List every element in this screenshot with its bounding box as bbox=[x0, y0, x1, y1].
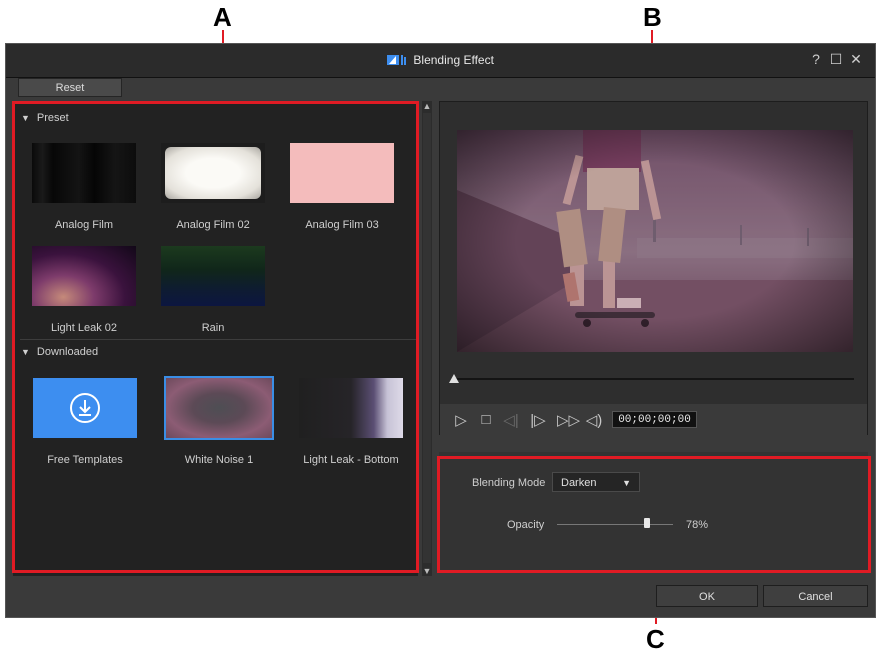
callout-a: A bbox=[213, 2, 232, 32]
cancel-button[interactable]: Cancel bbox=[763, 585, 868, 607]
downloaded-thumb-white-noise-1[interactable] bbox=[164, 376, 274, 440]
preset-label: Analog Film bbox=[54, 219, 114, 231]
preset-thumb-analog-film-02[interactable] bbox=[161, 143, 265, 203]
collapse-triangle-icon: ▼ bbox=[21, 347, 30, 357]
app-logo-icon bbox=[387, 55, 407, 65]
fast-forward-icon[interactable]: ▷▷ bbox=[557, 411, 580, 429]
previous-frame-icon[interactable]: ◁| bbox=[502, 411, 520, 429]
blending-mode-value: Darken bbox=[561, 477, 597, 489]
blending-effect-dialog: Blending Effect ? ☐ ✕ Reset ▼ Preset Anal… bbox=[5, 43, 876, 618]
downloaded-label: Light Leak - Bottom bbox=[303, 454, 399, 466]
maximize-icon[interactable]: ☐ bbox=[827, 51, 845, 68]
preset-label: Light Leak 02 bbox=[50, 322, 118, 334]
preset-label: Rain bbox=[201, 322, 225, 334]
callout-c: C bbox=[646, 624, 665, 654]
opacity-label: Opacity bbox=[507, 519, 545, 531]
blending-mode-dropdown[interactable]: Darken ▼ bbox=[552, 472, 640, 492]
blending-mode-label: Blending Mode bbox=[472, 477, 546, 489]
timecode-display: 00;00;00;00 bbox=[612, 411, 697, 428]
preview-panel: ▷ □ ◁| |▷ ▷▷ ◁) 00;00;00;00 bbox=[439, 101, 868, 436]
free-templates-tile[interactable] bbox=[33, 378, 137, 438]
preset-label: Analog Film 02 bbox=[176, 219, 250, 231]
seek-bar[interactable] bbox=[454, 378, 854, 380]
preset-thumb-analog-film-03[interactable] bbox=[290, 143, 394, 203]
downloaded-thumb-light-leak-bottom[interactable] bbox=[299, 378, 403, 438]
downloaded-label: White Noise 1 bbox=[184, 454, 254, 466]
effect-library: ▼ Preset Analog Film Analog Film 02 Analo… bbox=[13, 101, 418, 576]
title-bar: Blending Effect ? ☐ ✕ bbox=[6, 44, 875, 78]
ok-button[interactable]: OK bbox=[656, 585, 758, 607]
opacity-value: 78% bbox=[686, 519, 709, 531]
dialog-title: Blending Effect bbox=[413, 53, 494, 67]
downloaded-section-header[interactable]: ▼ Downloaded bbox=[21, 346, 98, 358]
library-scrollbar[interactable]: ▲ ▼ bbox=[422, 101, 432, 576]
opacity-slider-knob[interactable] bbox=[644, 518, 651, 528]
preview-frame-image bbox=[457, 130, 853, 352]
preset-thumb-analog-film[interactable] bbox=[32, 143, 136, 203]
scroll-thumb[interactable] bbox=[423, 113, 431, 563]
stop-icon[interactable]: □ bbox=[477, 411, 495, 428]
preset-thumb-rain[interactable] bbox=[161, 246, 265, 306]
download-icon bbox=[70, 393, 100, 423]
volume-icon[interactable]: ◁) bbox=[585, 411, 603, 429]
callout-b: B bbox=[643, 2, 662, 32]
collapse-triangle-icon: ▼ bbox=[21, 113, 30, 123]
blending-settings: Blending Mode Darken ▼ Opacity 78% bbox=[439, 452, 868, 570]
preset-thumb-light-leak-02[interactable] bbox=[32, 246, 136, 306]
close-icon[interactable]: ✕ bbox=[847, 51, 865, 68]
reset-button[interactable]: Reset bbox=[18, 78, 122, 97]
scroll-up-icon[interactable]: ▲ bbox=[422, 101, 432, 111]
playback-controls: ▷ □ ◁| |▷ ▷▷ ◁) 00;00;00;00 bbox=[440, 404, 867, 436]
seek-handle[interactable] bbox=[449, 374, 459, 383]
section-divider bbox=[20, 339, 418, 340]
opacity-slider[interactable] bbox=[557, 524, 673, 525]
downloaded-label: Free Templates bbox=[47, 454, 123, 466]
chevron-down-icon: ▼ bbox=[622, 478, 631, 488]
preview-video bbox=[457, 130, 853, 352]
preset-label: Analog Film 03 bbox=[305, 219, 379, 231]
next-frame-icon[interactable]: |▷ bbox=[529, 411, 547, 429]
preset-section-header[interactable]: ▼ Preset bbox=[21, 112, 69, 124]
help-icon[interactable]: ? bbox=[807, 51, 825, 67]
play-icon[interactable]: ▷ bbox=[452, 411, 470, 429]
scroll-down-icon[interactable]: ▼ bbox=[422, 566, 432, 576]
